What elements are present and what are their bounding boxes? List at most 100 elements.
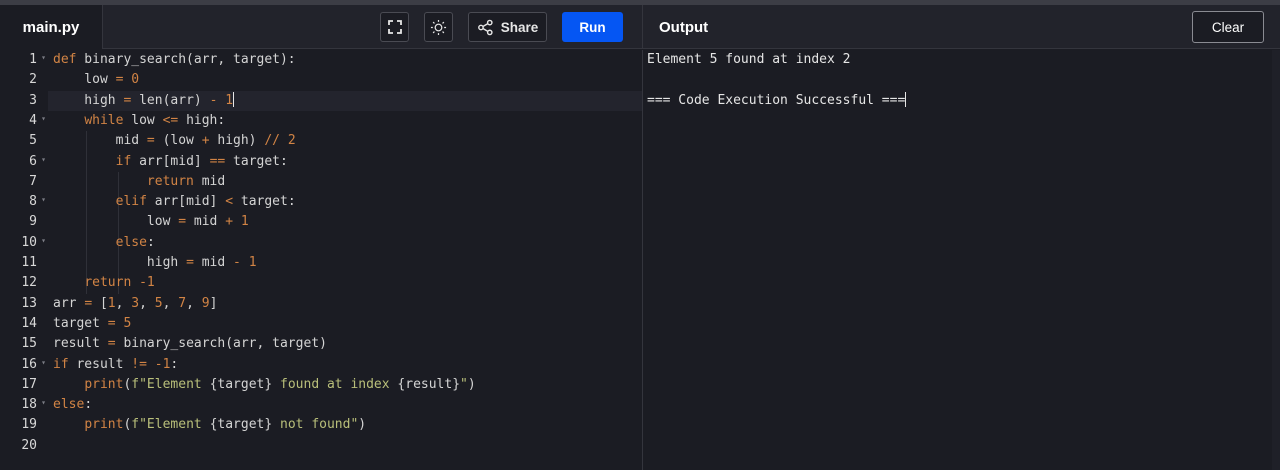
code-token: ]: [209, 295, 218, 311]
share-button[interactable]: Share: [468, 12, 547, 42]
code-line[interactable]: target = 5: [53, 314, 131, 334]
line-number: 18: [21, 397, 37, 413]
code-token: -1: [139, 275, 155, 291]
code-token: target:: [225, 153, 288, 169]
line-number: 13: [21, 295, 37, 311]
line-number-row: 7: [0, 172, 48, 192]
code-token: 1: [240, 214, 249, 230]
line-number-row: 17: [0, 375, 48, 395]
fold-arrow-icon[interactable]: ▾: [41, 358, 46, 367]
fold-arrow-icon[interactable]: ▾: [41, 53, 46, 62]
code-line[interactable]: mid = (low + high) // 2: [53, 131, 296, 151]
output-panel: Element 5 found at index 2 === Code Execu…: [643, 50, 1280, 470]
code-line[interactable]: low = mid + 1: [53, 212, 249, 232]
code-token: while: [84, 112, 124, 128]
code-line[interactable]: low = 0: [53, 70, 139, 90]
code-line[interactable]: if arr[mid] == target:: [53, 152, 288, 172]
code-token: found at index: [272, 376, 398, 392]
code-token: if: [53, 356, 69, 372]
output-scrollbar[interactable]: [1272, 50, 1280, 470]
code-token: ==: [209, 153, 226, 169]
line-number-row: 18 ▾: [0, 395, 48, 415]
clear-button[interactable]: Clear: [1192, 11, 1264, 43]
code-line[interactable]: else:: [53, 233, 155, 253]
code-token: mid: [193, 173, 226, 189]
code-token: 5: [123, 315, 132, 331]
code-token: :: [170, 356, 179, 372]
code-token: {target}: [209, 417, 273, 433]
code-token: <: [225, 194, 234, 210]
code-token: arr[mid]: [131, 153, 210, 169]
code-token: binary_search(arr, target): [115, 336, 327, 352]
line-number: 15: [21, 336, 37, 352]
code-token: low: [123, 112, 163, 128]
code-token: result: [68, 356, 132, 372]
code-token: def: [53, 52, 77, 67]
line-number: 9: [29, 214, 37, 230]
code-line[interactable]: while low <= high:: [53, 111, 225, 131]
code-token: ): [467, 376, 476, 392]
code-line[interactable]: elif arr[mid] < target:: [53, 192, 296, 212]
text-cursor: [233, 91, 235, 107]
code-token: f"Element: [131, 376, 210, 392]
code-line[interactable]: else:: [53, 395, 92, 415]
code-token: //: [264, 133, 280, 149]
code-token: !=: [131, 356, 147, 372]
code-token: 1: [225, 92, 234, 108]
output-line: Element 5 found at index 2: [647, 52, 851, 67]
code-token: :: [84, 397, 93, 413]
fold-arrow-icon[interactable]: ▾: [41, 155, 46, 164]
code-token: +: [201, 133, 210, 149]
code-token: print: [84, 376, 124, 392]
line-number-row: 16 ▾: [0, 355, 48, 375]
line-number-row: 1 ▾: [0, 50, 48, 70]
code-token: len(arr): [131, 92, 210, 108]
line-number: 2: [29, 72, 37, 88]
code-line[interactable]: high = mid - 1: [53, 253, 257, 273]
code-token: else: [115, 234, 147, 250]
code-editor[interactable]: 1 ▾ 2 3 4 ▾ 5 6 ▾ 7 8 ▾ 9 10 ▾ 11 12 13 14 15 16 ▾ 17 18 ▾ 19 20 d…: [0, 50, 642, 470]
fold-arrow-icon[interactable]: ▾: [41, 195, 46, 204]
line-number-row: 4 ▾: [0, 111, 48, 131]
line-number-row: 14: [0, 314, 48, 334]
line-number: 3: [29, 92, 37, 108]
fold-arrow-icon[interactable]: ▾: [41, 398, 46, 407]
fullscreen-icon: [387, 20, 402, 34]
code-line[interactable]: high = len(arr) - 1: [53, 91, 235, 111]
code-token: {target}: [209, 376, 273, 392]
code-token: +: [225, 214, 234, 230]
line-number: 6: [29, 153, 37, 169]
line-number: 4: [29, 112, 37, 128]
output-line: === Code Execution Successful ===: [647, 91, 907, 108]
code-line[interactable]: return -1: [53, 273, 155, 293]
run-button[interactable]: Run: [562, 12, 623, 42]
line-number: 14: [21, 315, 37, 331]
code-line[interactable]: print(f"Element {target} found at index …: [53, 375, 476, 395]
fold-arrow-icon[interactable]: ▾: [41, 114, 46, 123]
code-token: mid: [193, 255, 234, 270]
file-tab[interactable]: main.py: [0, 5, 103, 49]
code-token: {result}: [397, 376, 461, 392]
code-token: ,: [115, 295, 132, 311]
code-line[interactable]: if result != -1:: [53, 355, 178, 375]
share-label: Share: [500, 19, 539, 35]
fold-arrow-icon[interactable]: ▾: [41, 236, 46, 245]
output-cursor: [905, 91, 907, 107]
code-line[interactable]: result = binary_search(arr, target): [53, 334, 327, 354]
code-line[interactable]: def binary_search(arr, target):: [53, 50, 296, 70]
code-line[interactable]: arr = [1, 3, 5, 7, 9]: [53, 294, 217, 314]
code-line[interactable]: return mid: [53, 172, 225, 192]
fullscreen-button[interactable]: [380, 12, 409, 42]
code-token: high): [209, 133, 265, 149]
theme-toggle-button[interactable]: [424, 12, 453, 42]
line-number-row: 10 ▾: [0, 233, 48, 253]
code-line[interactable]: print(f"Element {target} not found"): [53, 415, 366, 435]
output-title: Output: [659, 18, 709, 36]
